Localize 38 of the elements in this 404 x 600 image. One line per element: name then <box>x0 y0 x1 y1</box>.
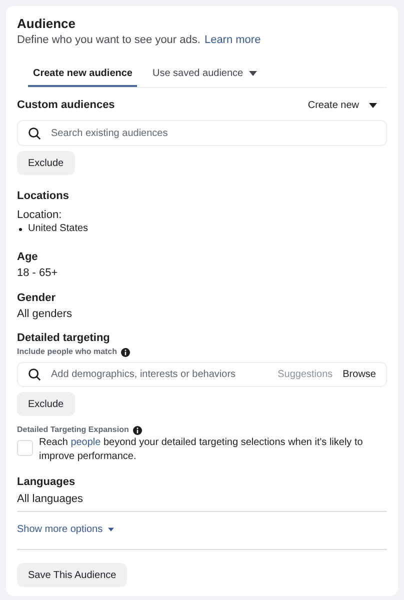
checkbox[interactable] <box>17 440 33 456</box>
search-icon <box>28 368 41 381</box>
section-label: Custom audiences <box>17 98 115 112</box>
tab[interactable]: Use saved audience <box>147 61 262 87</box>
create-new-button[interactable]: Create new <box>308 98 377 113</box>
bullet-icon <box>19 228 22 230</box>
search-input[interactable]: Search existing audiences <box>51 126 376 140</box>
exclude-button[interactable]: Exclude <box>17 151 75 175</box>
tab[interactable]: Create new audience <box>28 61 138 87</box>
section-label: Locations <box>17 189 69 203</box>
section-value: All languages <box>17 492 84 506</box>
search-field[interactable]: Add demographics, interests or behaviors Suggestions Browse <box>17 362 387 387</box>
people-link[interactable]: people <box>70 437 101 448</box>
browse-link[interactable]: Browse <box>342 367 376 382</box>
card-title: Audience <box>17 16 76 32</box>
caret-icon <box>108 528 114 532</box>
search-field[interactable]: Search existing audiences <box>17 120 387 146</box>
exclude-button[interactable]: Exclude <box>17 392 75 416</box>
info-icon <box>121 348 130 356</box>
section-sublabel: Include people who match <box>17 346 118 358</box>
caret-icon <box>369 103 377 108</box>
location-item: United States <box>28 222 88 236</box>
section-value: Location: <box>17 208 62 222</box>
info-icon <box>132 426 142 434</box>
learn-more-link[interactable]: Learn more <box>204 33 261 47</box>
section-label: Detailed targeting <box>17 331 110 345</box>
section-label: Languages <box>17 475 76 489</box>
search-input[interactable]: Add demographics, interests or behaviors <box>51 367 268 382</box>
section-value: 18 - 65+ <box>17 266 58 280</box>
show-more-options-link[interactable]: Show more options <box>17 522 115 537</box>
section-label: Age <box>17 250 38 264</box>
save-audience-button[interactable]: Save This Audience <box>17 563 128 587</box>
section-value: All genders <box>17 307 72 321</box>
card-subtitle: Define who you want to see your ads. <box>17 33 200 47</box>
expansion-description: Reach people beyond your detailed targeting selections when it's likely to improve performance. <box>39 436 364 464</box>
section-label: Gender <box>17 291 56 305</box>
search-icon <box>28 126 41 140</box>
section-sublabel: Detailed Targeting Expansion <box>17 424 129 436</box>
